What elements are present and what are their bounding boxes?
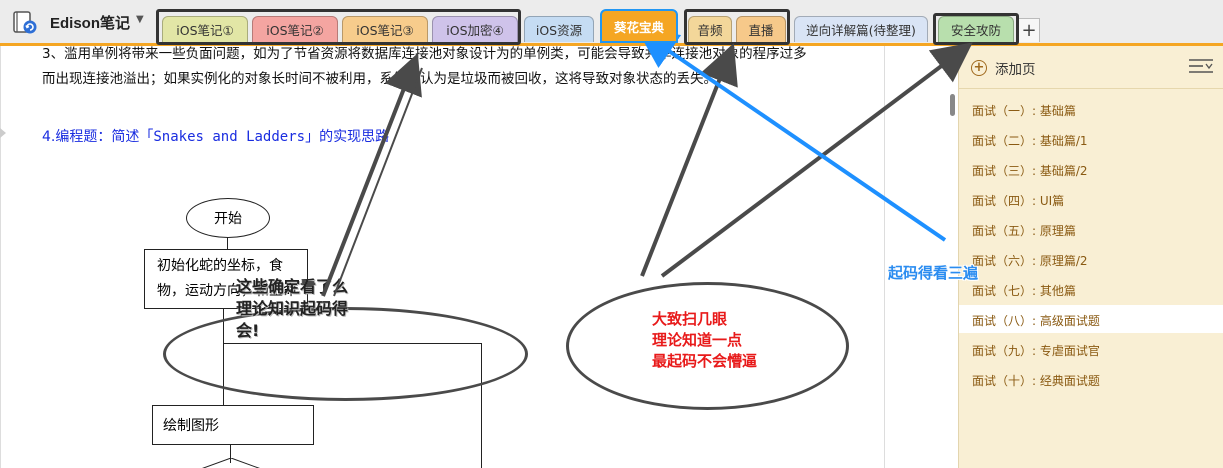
tab-2[interactable]: iOS笔记② — [252, 16, 338, 42]
page-list-item[interactable]: 面试（七）: 其他篇 — [972, 282, 1076, 299]
tab-6[interactable]: 葵花宝典 — [600, 9, 678, 43]
tab-7[interactable]: 音频 — [688, 16, 732, 42]
chevron-down-icon[interactable]: ▼ — [136, 14, 144, 25]
page-list-item[interactable]: 面试（六）: 原理篇/2 — [972, 252, 1088, 269]
flowchart-draw-box: 绘制图形 — [152, 405, 314, 445]
notebook-sync-icon[interactable] — [12, 9, 38, 35]
note-line: 大致扫几眼 — [652, 310, 728, 328]
annotation-note-2: 大致扫几眼 理论知道一点 最起码不会懵逼 — [652, 309, 757, 372]
list-menu-icon[interactable] — [1189, 58, 1213, 76]
paragraph-line: 3、滥用单例将带来一些负面问题，如为了节省资源将数据库连接池对象设计为的单例类，… — [42, 46, 807, 62]
note-content[interactable]: 3、滥用单例将带来一些负面问题，如为了节省资源将数据库连接池对象设计为的单例类，… — [12, 46, 884, 468]
tab-4[interactable]: iOS加密④ — [432, 16, 518, 42]
tab-3[interactable]: iOS笔记③ — [342, 16, 428, 42]
heading-suffix: 」的实现思路 — [305, 129, 390, 145]
page-list-item[interactable]: 面试（一）: 基础篇 — [972, 102, 1076, 119]
question-heading: 4.编程题：简述「Snakes and Ladders」的实现思路 — [42, 126, 389, 146]
page-list-item[interactable]: 面试（三）: 基础篇/2 — [972, 162, 1088, 179]
page-list-item[interactable]: 面试（九）: 专虐面试官 — [972, 342, 1100, 359]
collapse-caret-icon[interactable] — [0, 128, 6, 138]
page-list-item[interactable]: 面试（四）: UI篇 — [972, 192, 1064, 209]
page-list-item[interactable]: 面试（八）: 高级面试题 — [972, 312, 1100, 329]
annotation-note-3: 起码得看三遍 — [888, 264, 979, 282]
tab-5[interactable]: iOS资源 — [524, 16, 594, 42]
page-list-item[interactable]: 面试（十）: 经典面试题 — [972, 372, 1100, 389]
page-edge — [0, 46, 1, 468]
add-page-label: 添加页 — [995, 62, 1036, 78]
note-line: 最起码不会懵逼 — [652, 352, 758, 370]
paragraph-line: 而出现连接池溢出；如果实例化的对象长时间不被利用，系统会认为是垃圾而被回收，这将… — [42, 71, 717, 87]
page-list-sidebar: + 添加页 面试（一）: 基础篇 面试（二）: 基础篇/1 面试（三）: 基础篇/2… — [958, 46, 1223, 468]
note-line: 理论知道一点 — [652, 331, 743, 349]
add-page-button[interactable]: + 添加页 — [971, 58, 1036, 78]
plus-circle-icon: + — [971, 60, 987, 76]
note-line: 这些确定看了么 — [236, 277, 349, 296]
heading-code: Snakes and Ladders — [153, 129, 306, 145]
flowchart-start-node: 开始 — [186, 198, 270, 238]
scrollbar-thumb[interactable] — [950, 94, 955, 116]
note-line: 理论知识起码得 — [236, 299, 349, 318]
content-divider — [884, 46, 885, 468]
page-list-item[interactable]: 面试（二）: 基础篇/1 — [972, 132, 1088, 149]
tab-1[interactable]: iOS笔记① — [162, 16, 248, 42]
tab-9[interactable]: 逆向详解篇(待整理) — [794, 16, 928, 42]
tab-8[interactable]: 直播 — [736, 16, 786, 42]
flowchart-decision-node — [202, 458, 260, 468]
notebook-title[interactable]: Edison笔记 — [50, 12, 130, 33]
note-line: 会! — [236, 321, 260, 340]
add-tab-button[interactable]: + — [1018, 18, 1040, 42]
page-list-item[interactable]: 面试（五）: 原理篇 — [972, 222, 1076, 239]
tab-10[interactable]: 安全攻防 — [938, 16, 1014, 42]
annotation-note-1: 这些确定看了么 理论知识起码得 会! — [236, 276, 348, 342]
sidebar-divider — [959, 88, 1223, 89]
heading-prefix: 4.编程题：简述「 — [42, 129, 154, 145]
